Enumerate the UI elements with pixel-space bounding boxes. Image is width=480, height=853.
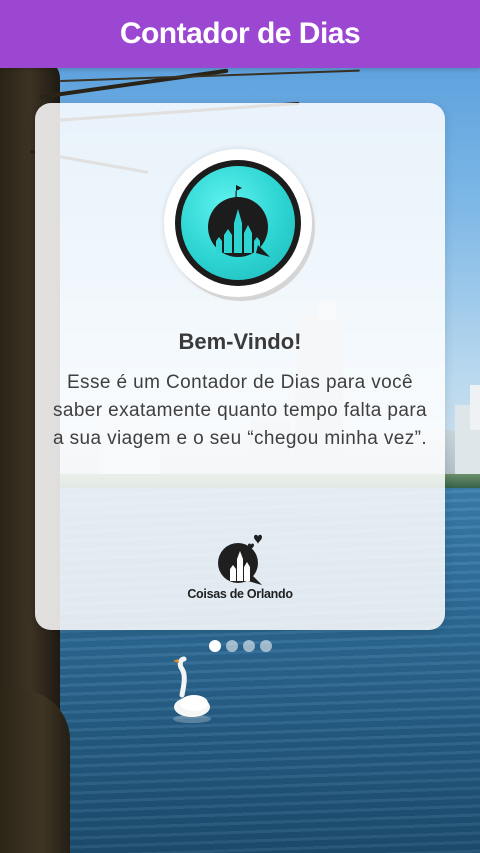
castle-hearts-icon bbox=[218, 534, 262, 585]
brand-logo: Coisas de Orlando bbox=[180, 529, 300, 605]
page-dot-3[interactable] bbox=[243, 640, 255, 652]
page-dot-2[interactable] bbox=[226, 640, 238, 652]
castle-badge-icon bbox=[164, 149, 312, 297]
page-dot-4[interactable] bbox=[260, 640, 272, 652]
castle-silhouette-icon bbox=[208, 185, 270, 257]
header-title: Contador de Dias bbox=[119, 17, 361, 50]
welcome-card: Bem-Vindo! Esse é um Contador de Dias pa… bbox=[35, 103, 445, 630]
welcome-title: Bem-Vindo! bbox=[178, 329, 302, 354]
app-header: Contador de Dias bbox=[0, 0, 480, 68]
brand-name: Coisas de Orlando bbox=[187, 587, 293, 601]
welcome-description: Esse é um Contador de Dias para você sab… bbox=[52, 372, 428, 449]
swan bbox=[173, 656, 211, 723]
tree-base bbox=[0, 690, 70, 853]
page-dot-1[interactable] bbox=[209, 640, 221, 652]
page-indicator bbox=[209, 640, 272, 654]
